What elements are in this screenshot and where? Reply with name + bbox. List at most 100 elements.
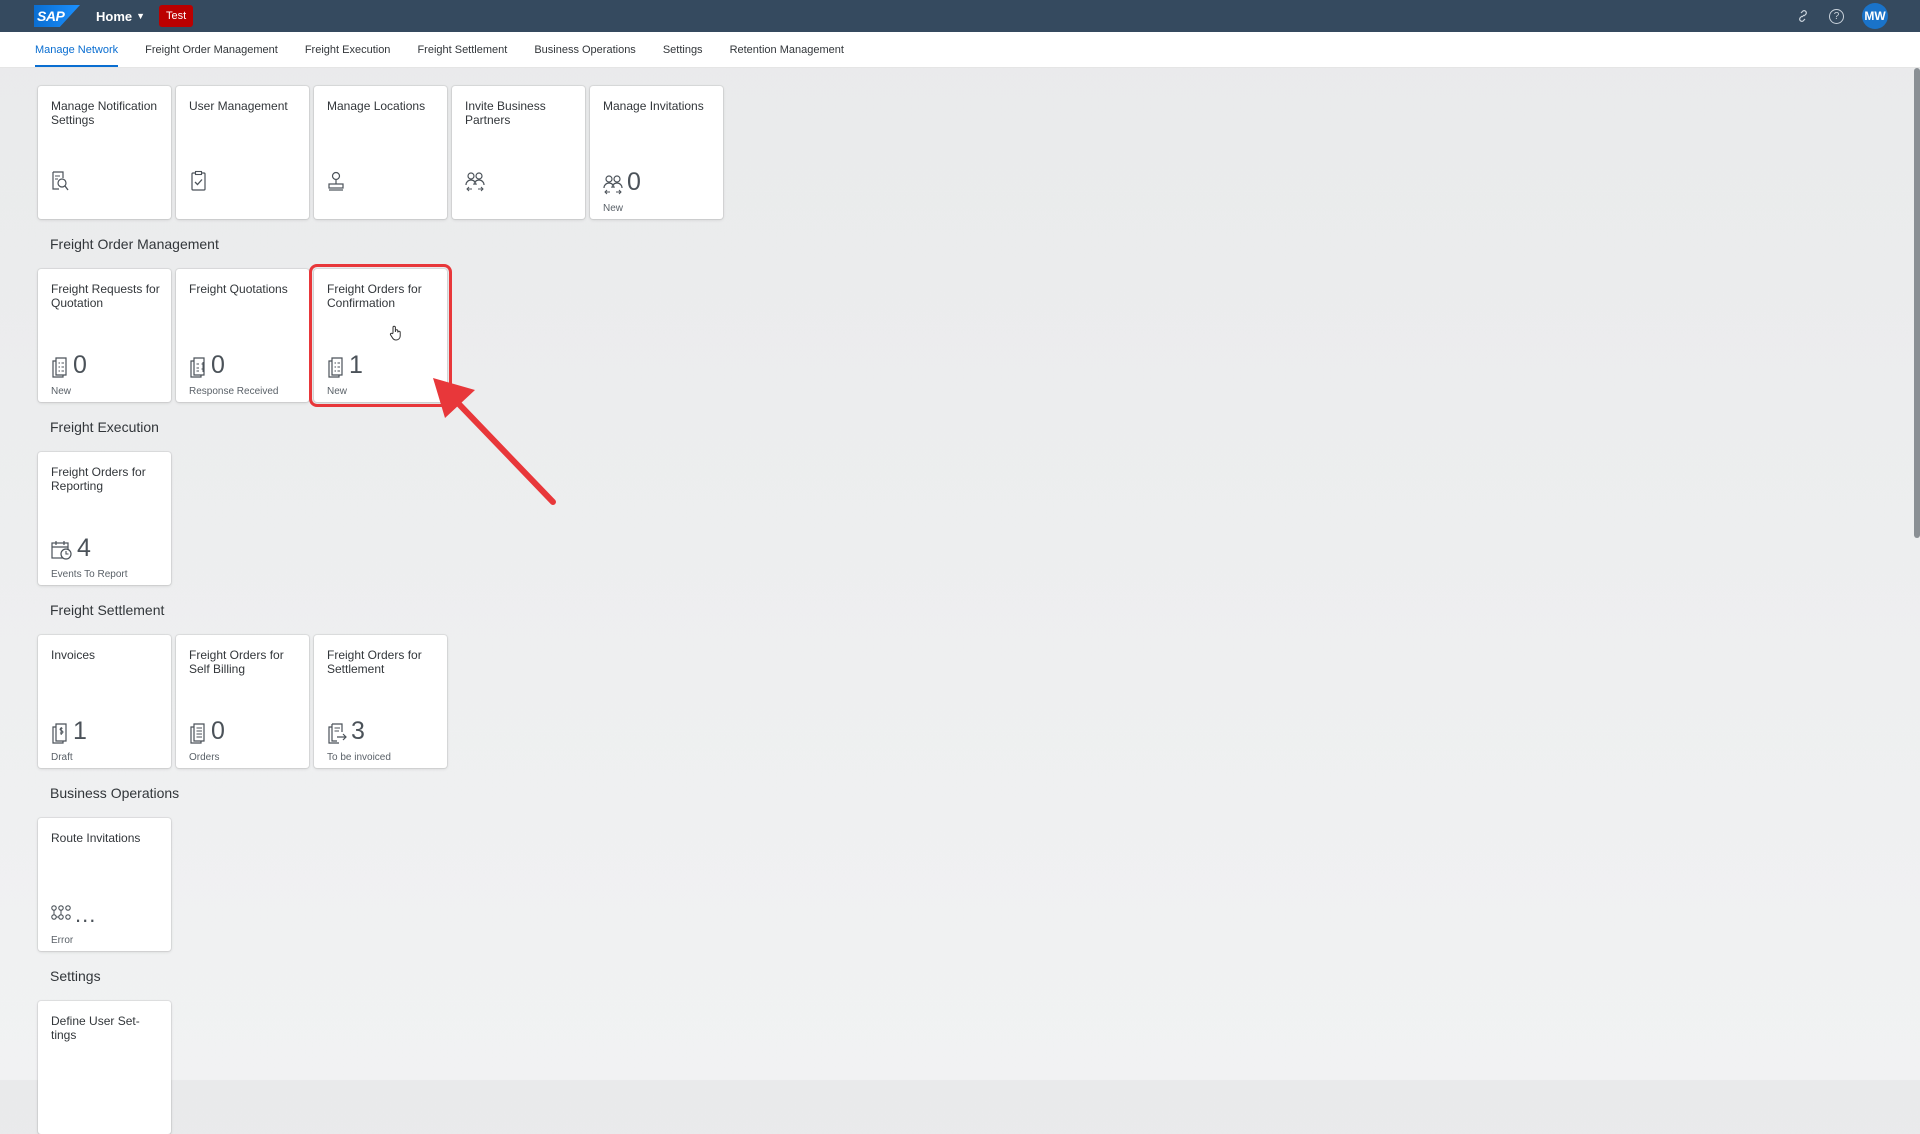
- location-pin-icon: [328, 171, 344, 191]
- tile-title: Freight Orders for Self Billing: [189, 648, 284, 676]
- document-arrow-icon: [328, 723, 347, 744]
- tile-kpi: 3: [326, 719, 365, 744]
- tile-kpi-value: 0: [73, 351, 87, 379]
- network-nodes-icon: [51, 905, 71, 920]
- tile-title: Manage Locations: [327, 99, 426, 113]
- tile-kpi-value: 0: [627, 168, 641, 196]
- tile-group-network: Manage Notification Settings User Manage…: [38, 86, 723, 219]
- tile-title: Freight Requests for Quotation: [51, 282, 160, 310]
- tile-footer: Events To Report: [51, 569, 128, 580]
- tile-kpi: [464, 170, 486, 192]
- group-title-settings: Settings: [50, 968, 101, 984]
- tab-bar: Manage Network Freight Order Management …: [0, 32, 1920, 68]
- tile-invite-business-partners[interactable]: Invite Business Partners: [452, 86, 585, 219]
- tile-title: Define User Set- tings: [51, 1014, 140, 1042]
- tile-title: Manage Invitations: [603, 99, 704, 113]
- tile-title: Manage Notification Settings: [51, 99, 158, 127]
- tile-kpi: 0: [50, 353, 87, 378]
- clipboard-check-icon: [191, 170, 206, 191]
- document-list-icon: [52, 357, 67, 378]
- tile-kpi: 1: [50, 719, 87, 744]
- tile-title: User Management: [189, 99, 288, 113]
- tile-footer: Draft: [51, 752, 73, 763]
- tile-manage-locations[interactable]: Manage Locations: [314, 86, 447, 219]
- tab-freight-execution[interactable]: Freight Execution: [305, 32, 391, 67]
- tile-title: Invite Business Partners: [465, 99, 546, 127]
- tile-freight-requests-for-quotation[interactable]: Freight Requests for Quotation 0 New: [38, 269, 171, 402]
- vertical-scrollbar[interactable]: [1914, 68, 1920, 538]
- group-title-freight-order-management: Freight Order Management: [50, 236, 219, 252]
- shell-bar: SAP Home ▼ Test ? MW: [0, 0, 1920, 32]
- tile-title: Route Invitations: [51, 831, 141, 845]
- hand-cursor-icon: [389, 325, 401, 341]
- group-title-business-operations: Business Operations: [50, 785, 180, 801]
- tile-footer: New: [603, 203, 624, 214]
- notification-search-icon: [52, 171, 69, 191]
- document-price-icon: [190, 357, 205, 378]
- annotation-arrow: [433, 378, 556, 505]
- invoice-icon: [52, 723, 67, 744]
- tile-group-freight-execution: Freight Orders for Reporting 4 Events To…: [38, 452, 723, 585]
- tile-route-invitations[interactable]: Route Invitations ... Error: [38, 818, 171, 951]
- tile-kpi-value: 0: [211, 717, 225, 745]
- tile-kpi: 0: [188, 719, 225, 744]
- tile-kpi-value: 1: [349, 351, 363, 379]
- tile-freight-orders-for-self-billing[interactable]: Freight Orders for Self Billing 0 Orders: [176, 635, 309, 768]
- tile-footer: To be invoiced: [327, 752, 391, 763]
- tab-freight-settlement[interactable]: Freight Settlement: [417, 32, 507, 67]
- group-title-freight-execution: Freight Execution: [50, 419, 159, 435]
- tab-retention-management[interactable]: Retention Management: [730, 32, 844, 67]
- tile-kpi: 0: [188, 353, 225, 378]
- tile-freight-orders-for-settlement[interactable]: Freight Orders for Settlement 3 To be in…: [314, 635, 447, 768]
- tile-freight-quotations[interactable]: Freight Quotations 0 Response Received: [176, 269, 309, 402]
- group-title-freight-settlement: Freight Settlement: [50, 602, 165, 618]
- tab-manage-network[interactable]: Manage Network: [35, 32, 119, 67]
- tile-kpi-value: 1: [73, 717, 87, 745]
- tile-title: Freight Orders for Settlement: [327, 648, 422, 676]
- tile-footer: New: [327, 386, 348, 397]
- tile-group-settings: Define User Set- tings: [38, 1001, 723, 1134]
- tile-invoices[interactable]: Invoices 1 Draft: [38, 635, 171, 768]
- tile-footer: New: [51, 386, 72, 397]
- tab-settings[interactable]: Settings: [663, 32, 703, 67]
- tile-kpi: ...: [50, 902, 97, 927]
- tile-manage-invitations[interactable]: Manage Invitations 0 New: [590, 86, 723, 219]
- tile-footer: Orders: [189, 752, 220, 763]
- tab-freight-order-management[interactable]: Freight Order Management: [145, 32, 278, 67]
- tile-define-user-settings[interactable]: Define User Set- tings: [38, 1001, 171, 1134]
- document-list-icon: [328, 357, 343, 378]
- document-lines-icon: [190, 723, 205, 744]
- tile-kpi-value: 0: [211, 351, 225, 379]
- tile-kpi: [50, 170, 70, 192]
- launchpad-content: Manage Notification Settings User Manage…: [38, 86, 723, 1134]
- tile-kpi-value: 4: [77, 534, 91, 562]
- home-menu-button[interactable]: Home ▼: [96, 9, 145, 24]
- tile-group-freight-settlement: Invoices 1 Draft Freight Orders for Self…: [38, 635, 723, 768]
- link-icon[interactable]: [1795, 8, 1811, 24]
- tile-footer: Response Received: [189, 386, 279, 397]
- tile-group-freight-order-management: Freight Requests for Quotation 0 New Fre…: [38, 264, 723, 407]
- tile-kpi: 0: [602, 170, 641, 195]
- shell-actions: ? MW: [1795, 3, 1888, 29]
- tile-kpi: 1: [326, 353, 363, 378]
- tile-kpi-value: ...: [75, 902, 97, 927]
- tile-title: Freight Quotations: [189, 282, 288, 296]
- tile-user-management[interactable]: User Management: [176, 86, 309, 219]
- home-menu-label: Home: [96, 8, 133, 24]
- tile-footer: Error: [51, 935, 74, 946]
- tile-title: Invoices: [51, 648, 96, 662]
- tab-business-operations[interactable]: Business Operations: [534, 32, 636, 67]
- tile-group-business-operations: Route Invitations ... Error: [38, 818, 723, 951]
- help-icon[interactable]: ?: [1829, 8, 1844, 24]
- tile-title: Freight Orders for Reporting: [51, 465, 146, 493]
- tile-manage-notification-settings[interactable]: Manage Notification Settings: [38, 86, 171, 219]
- partners-icon: [603, 175, 623, 195]
- tile-freight-orders-for-reporting[interactable]: Freight Orders for Reporting 4 Events To…: [38, 452, 171, 585]
- caret-down-icon: ▼: [136, 11, 146, 21]
- calendar-clock-icon: [51, 541, 72, 560]
- tile-kpi: [326, 170, 346, 192]
- environment-badge: Test: [159, 5, 194, 27]
- user-avatar[interactable]: MW: [1862, 3, 1888, 29]
- sap-logo[interactable]: SAP: [34, 5, 80, 27]
- tile-kpi: [188, 170, 208, 192]
